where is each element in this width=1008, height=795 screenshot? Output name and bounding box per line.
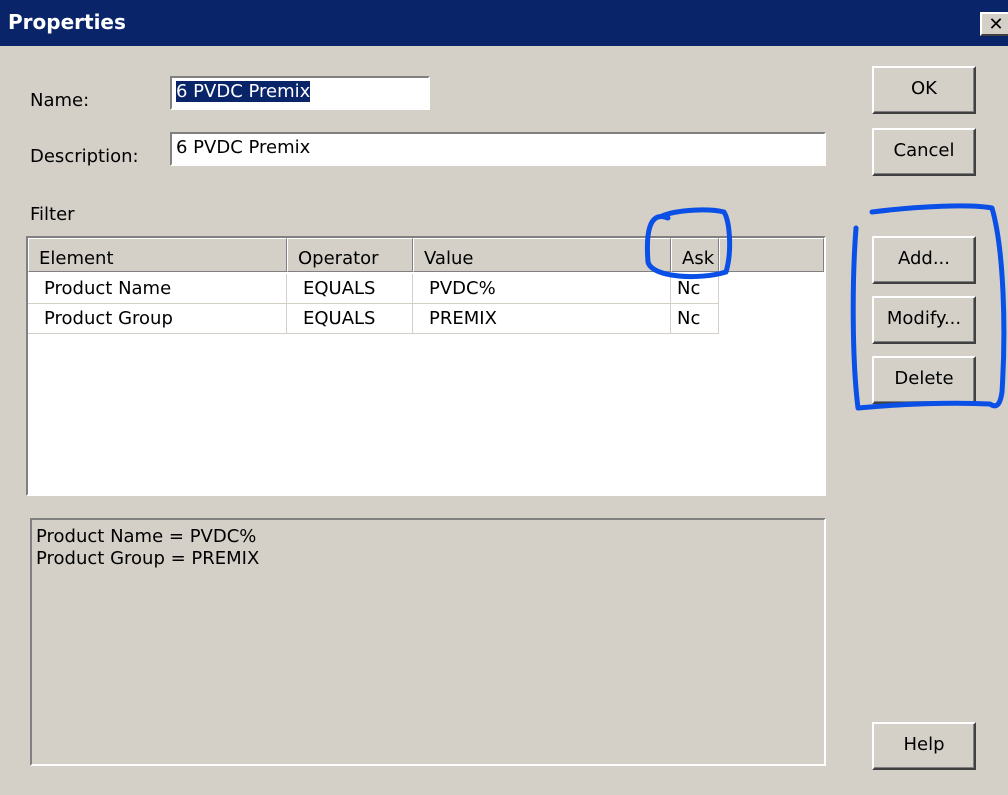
cancel-button-label: Cancel	[893, 140, 955, 161]
table-cell-value: PREMIX	[413, 304, 671, 334]
name-field-value: 6 PVDC Premix	[176, 81, 311, 102]
column-header-filler	[719, 238, 824, 272]
summary-line: Product Name = PVDC%	[36, 526, 257, 547]
column-header-value[interactable]: Value	[413, 238, 671, 272]
table-cell-operator: EQUALS	[287, 304, 413, 334]
modify-button[interactable]: Modify...	[872, 296, 976, 344]
close-icon: ✕	[988, 14, 1004, 34]
add-button-label: Add...	[897, 248, 950, 269]
column-header-element[interactable]: Element	[28, 238, 287, 272]
column-header-ask[interactable]: Ask	[671, 238, 719, 272]
description-field-value: 6 PVDC Premix	[176, 137, 311, 158]
summary-line: Product Group = PREMIX	[36, 548, 260, 569]
help-button-label: Help	[903, 734, 945, 755]
properties-dialog: Properties ✕ Name: 6 PVDC Premix Descrip…	[0, 0, 1008, 795]
filter-label: Filter	[30, 204, 75, 225]
name-label: Name:	[30, 90, 90, 111]
delete-button[interactable]: Delete	[872, 356, 976, 404]
table-cell-element: Product Name	[28, 274, 287, 304]
table-row[interactable]: Product Name EQUALS PVDC% Nc	[28, 274, 824, 304]
filter-summary-box: Product Name = PVDC% Product Group = PRE…	[30, 518, 826, 766]
table-row[interactable]: Product Group EQUALS PREMIX Nc	[28, 304, 824, 334]
table-cell-value: PVDC%	[413, 274, 671, 304]
table-cell-element: Product Group	[28, 304, 287, 334]
column-header-operator[interactable]: Operator	[287, 238, 413, 272]
table-cell-operator: EQUALS	[287, 274, 413, 304]
modify-button-label: Modify...	[886, 308, 962, 329]
description-label: Description:	[30, 146, 139, 167]
delete-button-label: Delete	[894, 368, 954, 389]
ok-button[interactable]: OK	[872, 66, 976, 114]
filter-table-header: Element Operator Value Ask	[28, 238, 824, 274]
window-title: Properties	[8, 10, 126, 34]
name-field[interactable]: 6 PVDC Premix	[170, 76, 430, 110]
close-button[interactable]: ✕	[980, 12, 1008, 36]
help-button[interactable]: Help	[872, 722, 976, 770]
description-field[interactable]: 6 PVDC Premix	[170, 132, 826, 166]
ok-button-label: OK	[911, 78, 937, 99]
table-cell-ask: Nc	[671, 304, 719, 334]
title-bar: Properties	[0, 0, 1008, 46]
cancel-button[interactable]: Cancel	[872, 128, 976, 176]
table-cell-ask: Nc	[671, 274, 719, 304]
add-button[interactable]: Add...	[872, 236, 976, 284]
filter-table[interactable]: Element Operator Value Ask Product Name …	[26, 236, 826, 496]
